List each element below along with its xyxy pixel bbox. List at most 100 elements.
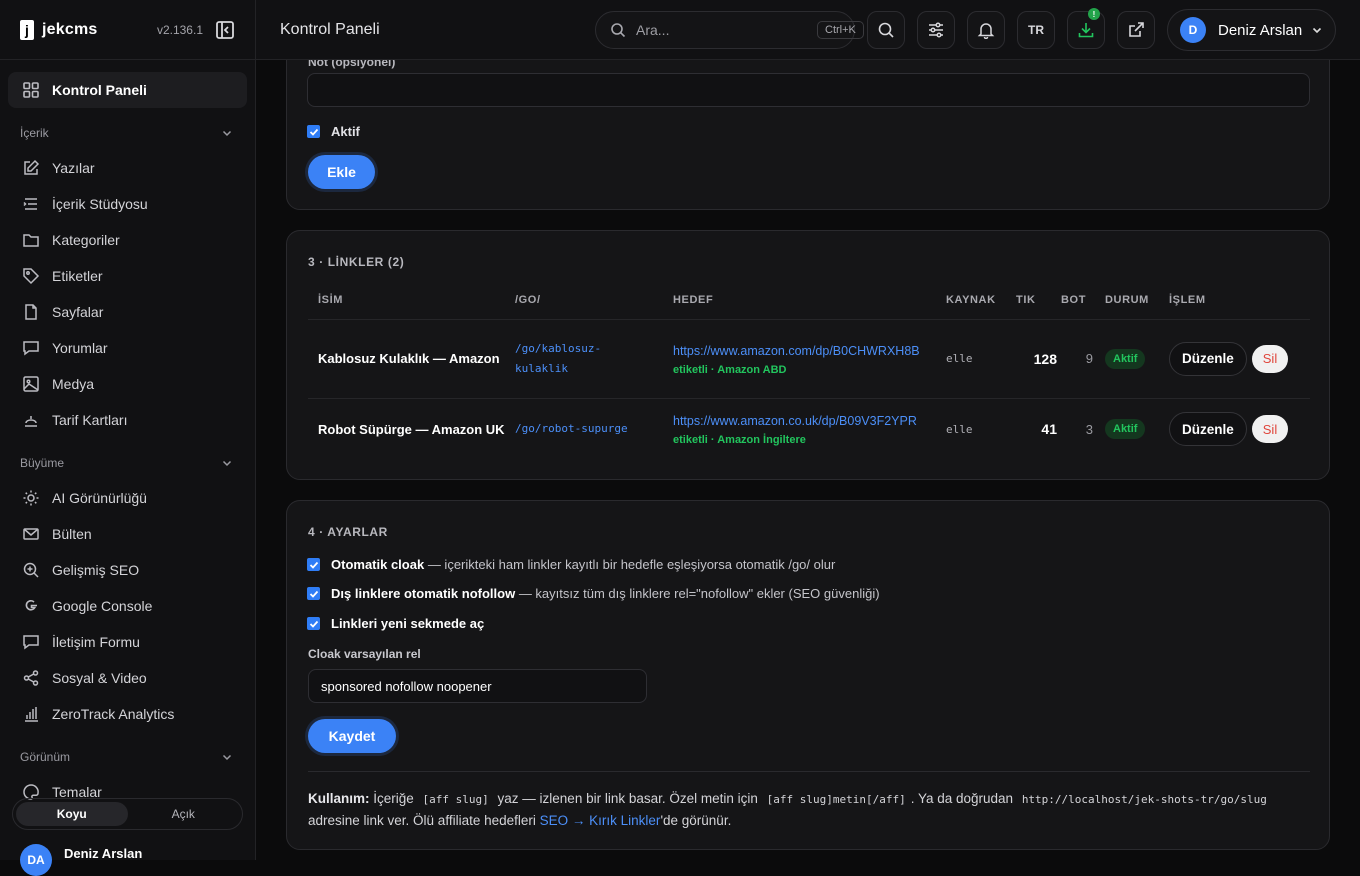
add-button[interactable]: Ekle — [308, 155, 375, 189]
update-badge: ! — [1088, 8, 1100, 20]
message-icon — [22, 633, 40, 651]
chevron-down-icon — [221, 127, 233, 139]
sidebar-item-label: Sayfalar — [52, 304, 104, 320]
go-path-link[interactable]: /go/robot-supurge — [515, 419, 673, 439]
sidebar-item-dashboard[interactable]: Kontrol Paneli — [8, 72, 247, 108]
theme-dark-option[interactable]: Koyu — [16, 802, 128, 826]
status-badge: Aktif — [1105, 348, 1146, 369]
usage-text-3: . Ya da doğrudan — [910, 791, 1017, 806]
list-icon — [22, 195, 40, 213]
shortcut-hint: Ctrl+K — [817, 21, 864, 39]
auto-cloak-row[interactable]: Otomatik cloak — içerikteki ham linkler … — [307, 557, 835, 572]
new-tab-checkbox[interactable] — [307, 617, 320, 630]
sidebar-item-label: İletişim Formu — [52, 634, 140, 650]
rel-field[interactable] — [308, 669, 647, 703]
search-input[interactable] — [636, 22, 817, 38]
clicks-value: 128 — [1016, 319, 1061, 399]
section-content[interactable]: İçerik — [0, 116, 255, 150]
usage-code-2: [aff slug]metin[/aff] — [766, 793, 906, 806]
delete-button[interactable]: Sil — [1251, 415, 1289, 444]
topbar: Kontrol Paneli Ctrl+K TR ! D Deniz Arsla… — [256, 0, 1360, 60]
theme-switch: Koyu Açık — [12, 798, 243, 830]
sidebar-item-media[interactable]: Medya — [8, 366, 247, 402]
page-icon — [22, 303, 40, 321]
col-status: DURUM — [1105, 281, 1169, 320]
option-label: Dış linklere otomatik nofollow — [331, 586, 516, 601]
new-tab-row[interactable]: Linkleri yeni sekmede aç — [307, 616, 484, 631]
settings-card: 4 · AYARLAR Otomatik cloak — içerikteki … — [286, 500, 1330, 850]
table-row: Robot Süpürge — Amazon UK /go/robot-supu… — [308, 398, 1310, 460]
sidebar-item-posts[interactable]: Yazılar — [8, 150, 247, 186]
target-url-link[interactable]: https://www.amazon.co.uk/dp/B09V3F2YPR — [673, 412, 946, 431]
share-icon — [22, 669, 40, 687]
sidebar-item-categories[interactable]: Kategoriler — [8, 222, 247, 258]
sun-icon — [22, 489, 40, 507]
note-field[interactable] — [307, 73, 1310, 107]
broken-links-link[interactable]: SEO → Kırık Linkler — [540, 813, 661, 828]
sidebar-item-google-console[interactable]: Google Console — [8, 588, 247, 624]
section-appearance[interactable]: Görünüm — [0, 740, 255, 774]
links-table: İSİM /GO/ HEDEF KAYNAK TIK BOT DURUM İŞL… — [308, 281, 1310, 460]
sidebar-item-content-studio[interactable]: İçerik Stüdyosu — [8, 186, 247, 222]
sidebar-item-label: Kategoriler — [52, 232, 120, 248]
edit-button[interactable]: Düzenle — [1169, 412, 1247, 447]
tag-icon — [22, 267, 40, 285]
sidebar-item-contact-form[interactable]: İletişim Formu — [8, 624, 247, 660]
chevron-down-icon — [1311, 24, 1323, 36]
main-content: Not (opsiyonel) Aktif Ekle 3 · LİNKLER (… — [256, 60, 1360, 860]
sidebar-nav: Kontrol Paneli İçerik Yazılar İçerik Stü… — [0, 60, 255, 810]
auto-cloak-checkbox[interactable] — [307, 558, 320, 571]
section-growth[interactable]: Büyüme — [0, 446, 255, 480]
link-name: Robot Süpürge — Amazon UK — [318, 421, 505, 437]
edit-button[interactable]: Düzenle — [1169, 341, 1247, 376]
settings-button[interactable] — [917, 11, 955, 49]
version-label: v2.136.1 — [156, 22, 203, 37]
delete-button[interactable]: Sil — [1251, 344, 1289, 373]
download-button[interactable]: ! — [1067, 8, 1105, 49]
option-desc: — içerikteki ham linkler kayıtlı bir hed… — [424, 557, 836, 572]
sidebar-item-recipe-cards[interactable]: Tarif Kartları — [8, 402, 247, 438]
mail-icon — [22, 525, 40, 543]
auto-nofollow-checkbox[interactable] — [307, 587, 320, 600]
sidebar-collapse-icon[interactable] — [215, 20, 235, 40]
active-checkbox-row[interactable]: Aktif — [307, 124, 360, 139]
brand-logo[interactable]: j — [20, 19, 34, 40]
zoom-in-icon — [22, 561, 40, 579]
sidebar-user[interactable]: DA Deniz Arslan — [20, 844, 142, 876]
active-checkbox[interactable] — [307, 125, 320, 138]
user-menu[interactable]: D Deniz Arslan — [1167, 9, 1336, 51]
sidebar-item-ai-visibility[interactable]: AI Görünürlüğü — [8, 480, 247, 516]
notifications-button[interactable] — [967, 11, 1005, 49]
sidebar-item-newsletter[interactable]: Bülten — [8, 516, 247, 552]
open-site-button[interactable] — [1117, 11, 1155, 49]
sidebar-item-comments[interactable]: Yorumlar — [8, 330, 247, 366]
theme-light-option[interactable]: Açık — [128, 802, 240, 826]
save-button[interactable]: Kaydet — [308, 719, 396, 753]
links-card: 3 · LİNKLER (2) İSİM /GO/ HEDEF KAYNAK T… — [286, 230, 1330, 480]
link-name: Kablosuz Kulaklık — Amazon — [308, 319, 515, 399]
download-icon — [1077, 21, 1095, 39]
language-button[interactable]: TR — [1017, 11, 1055, 49]
brand-name[interactable]: jekcms — [42, 21, 97, 39]
target-url-link[interactable]: https://www.amazon.com/dp/B0CHWRXH8B — [673, 342, 925, 361]
sidebar-item-social-video[interactable]: Sosyal & Video — [8, 660, 247, 696]
search-box[interactable]: Ctrl+K — [595, 11, 864, 49]
sidebar-item-label: Tarif Kartları — [52, 412, 128, 428]
bots-value: 3 — [1085, 421, 1093, 437]
col-source: KAYNAK — [946, 281, 1016, 320]
go-path-link[interactable]: /go/kablosuz-kulaklik — [515, 339, 615, 379]
usage-code-3: http://localhost/jek-shots-tr/go/slug — [1021, 793, 1267, 806]
sidebar-item-advanced-seo[interactable]: Gelişmiş SEO — [8, 552, 247, 588]
sidebar-item-pages[interactable]: Sayfalar — [8, 294, 247, 330]
sidebar-item-tags[interactable]: Etiketler — [8, 258, 247, 294]
auto-nofollow-row[interactable]: Dış linklere otomatik nofollow — kayıtsı… — [307, 586, 880, 601]
option-label: Linkleri yeni sekmede aç — [331, 616, 485, 631]
sidebar-item-zerotrack[interactable]: ZeroTrack Analytics — [8, 696, 247, 732]
table-header-row: İSİM /GO/ HEDEF KAYNAK TIK BOT DURUM İŞL… — [308, 281, 1310, 320]
usage-text-5: 'de görünür. — [660, 813, 732, 828]
search-button[interactable] — [867, 11, 905, 49]
table-row: Kablosuz Kulaklık — Amazon /go/kablosuz-… — [308, 319, 1310, 399]
folder-icon — [22, 231, 40, 249]
avatar: DA — [20, 844, 52, 876]
col-name: İSİM — [308, 281, 515, 320]
